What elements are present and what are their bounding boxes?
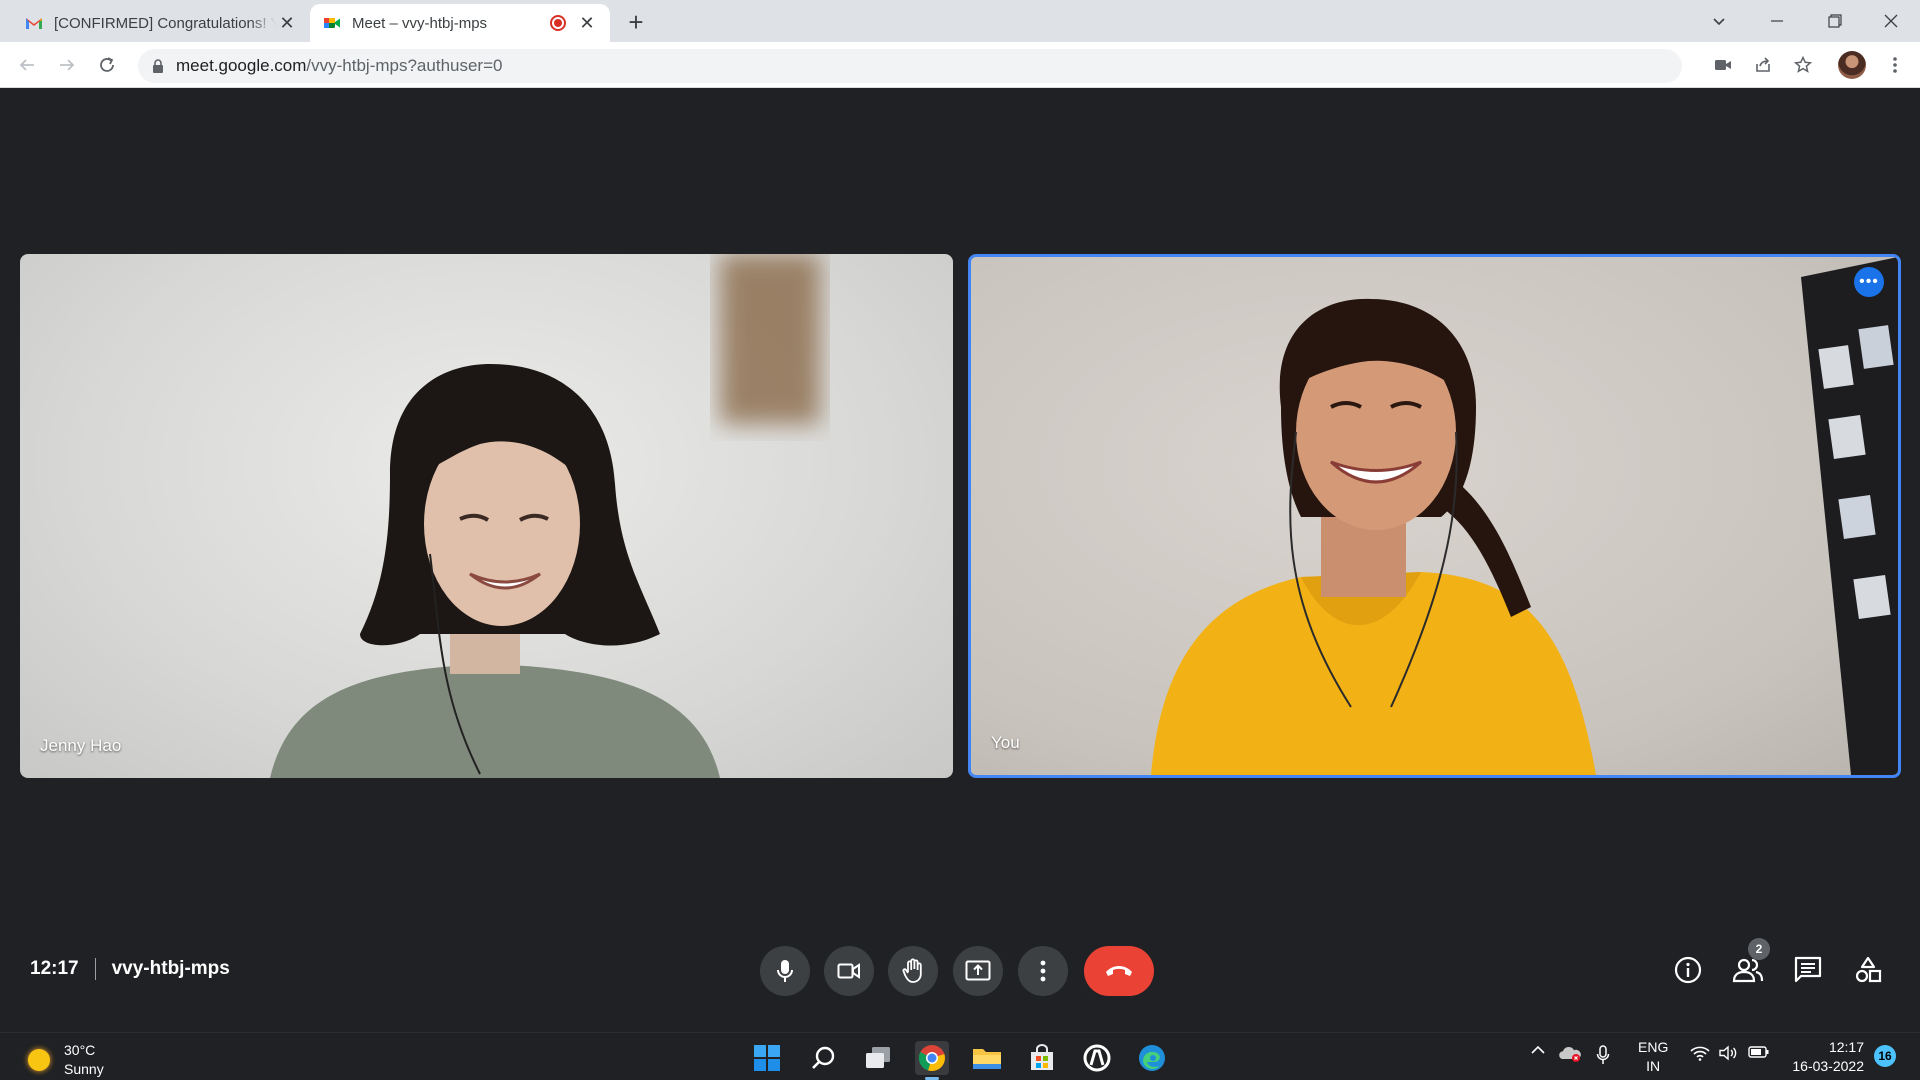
system-clock[interactable]: 12:17 16-03-2022: [1784, 1038, 1864, 1076]
url-text: meet.google.com/vvy-htbj-mps?authuser=0: [176, 56, 502, 76]
taskbar-file-explorer[interactable]: [970, 1041, 1004, 1075]
sunny-weather-icon: [28, 1049, 50, 1071]
reload-icon: [100, 57, 114, 72]
raise-hand-button[interactable]: [888, 946, 938, 996]
chrome-menu-icon[interactable]: [1880, 50, 1910, 80]
chrome-icon: [918, 1045, 945, 1072]
meeting-code: vvy-htbj-mps: [111, 958, 230, 979]
volume-icon[interactable]: [1718, 1045, 1738, 1061]
participant-video: [270, 254, 820, 778]
minimize-button[interactable]: [1748, 0, 1806, 42]
share-icon[interactable]: [1748, 50, 1778, 80]
participant-name-label: You: [991, 733, 1020, 752]
microphone-icon: [777, 960, 793, 982]
close-window-button[interactable]: [1862, 0, 1920, 42]
weather-description: Sunny: [64, 1061, 104, 1077]
windows-taskbar: 30°C Sunny ENG IN 12:17 16-03-2022 16: [0, 1032, 1920, 1080]
lock-icon: [153, 59, 163, 73]
camera-in-use-icon[interactable]: [1708, 50, 1738, 80]
meeting-time: 12:17: [30, 958, 79, 979]
more-options-button[interactable]: [1018, 946, 1068, 996]
reload-button[interactable]: [92, 50, 122, 80]
taskbar-app[interactable]: [1080, 1041, 1114, 1075]
participant-video: [1151, 257, 1898, 775]
taskbar-store[interactable]: [1025, 1041, 1059, 1075]
back-button[interactable]: [12, 50, 42, 80]
google-meet-icon: [324, 18, 340, 28]
weather-widget[interactable]: 30°C Sunny: [28, 1041, 104, 1079]
participant-name-label: Jenny Hao: [40, 736, 122, 755]
gmail-icon: [26, 18, 42, 29]
people-count-badge: 2: [1748, 938, 1770, 960]
tab-gmail[interactable]: [CONFIRMED] Congratulations! You ✕: [12, 4, 310, 42]
people-button[interactable]: 2: [1728, 938, 1770, 990]
bookmark-star-icon[interactable]: [1788, 50, 1818, 80]
participant-tile-jenny[interactable]: Jenny Hao: [20, 254, 953, 778]
clock-date: 16-03-2022: [1792, 1058, 1864, 1074]
edge-icon: [1139, 1045, 1165, 1071]
close-tab-icon[interactable]: ✕: [576, 12, 598, 34]
url-host: meet.google.com: [176, 56, 307, 75]
more-vert-icon: [1040, 960, 1046, 982]
back-arrow-icon: [19, 59, 34, 71]
camera-icon: [837, 963, 860, 979]
recording-indicator-icon: [550, 15, 566, 31]
url-path: /vvy-htbj-mps?authuser=0: [306, 56, 503, 75]
people-icon: [1732, 958, 1764, 983]
meeting-details: 12:17 vvy-htbj-mps: [30, 958, 230, 980]
task-view-icon: [866, 1047, 890, 1068]
taskbar-chrome[interactable]: [915, 1041, 949, 1080]
language-code: ENG: [1638, 1039, 1669, 1055]
close-tab-icon[interactable]: ✕: [276, 12, 298, 34]
participant-tile-you[interactable]: ••• You: [968, 254, 1901, 778]
start-button[interactable]: [750, 1041, 784, 1075]
new-tab-button[interactable]: +: [622, 7, 650, 37]
search-button[interactable]: [806, 1041, 840, 1075]
input-language-indicator[interactable]: ENG IN: [1638, 1038, 1668, 1076]
forward-arrow-icon: [60, 59, 75, 71]
profile-avatar[interactable]: [1838, 51, 1866, 79]
clock-time: 12:17: [1828, 1039, 1864, 1055]
browser-tab-strip: [CONFIRMED] Congratulations! You ✕ Meet …: [0, 0, 1920, 42]
restore-button[interactable]: [1806, 0, 1864, 42]
activities-button[interactable]: [1848, 950, 1888, 990]
show-hidden-icons-chevron-up-icon[interactable]: [1530, 1045, 1546, 1055]
camera-button[interactable]: [824, 946, 874, 996]
tab-meet[interactable]: Meet – vvy-htbj-mps ✕: [310, 4, 610, 42]
task-view-button[interactable]: [861, 1041, 895, 1075]
notification-count-badge[interactable]: 16: [1874, 1045, 1896, 1067]
address-bar[interactable]: meet.google.com/vvy-htbj-mps?authuser=0: [138, 49, 1682, 83]
region-code: IN: [1646, 1058, 1661, 1074]
present-screen-button[interactable]: [953, 946, 1003, 996]
tab-search-icon[interactable]: [1690, 0, 1748, 42]
chat-button[interactable]: [1788, 950, 1828, 990]
meeting-details-button[interactable]: [1668, 950, 1708, 990]
search-icon: [812, 1046, 835, 1069]
tab-title: Meet – vvy-htbj-mps: [352, 14, 488, 32]
onedrive-icon[interactable]: [1558, 1045, 1582, 1063]
forward-button[interactable]: [52, 50, 82, 80]
windows-logo-icon: [754, 1045, 780, 1071]
tab-title: [CONFIRMED] Congratulations! You: [54, 14, 276, 32]
meet-control-bar: 12:17 vvy-htbj-mps 2: [0, 938, 1920, 1000]
wifi-icon[interactable]: [1690, 1045, 1710, 1061]
browser-toolbar: meet.google.com/vvy-htbj-mps?authuser=0: [0, 42, 1920, 88]
store-icon: [1031, 1044, 1053, 1070]
folder-icon: [973, 1049, 1001, 1069]
activities-icon: [1855, 956, 1882, 983]
microphone-button[interactable]: [760, 946, 810, 996]
present-screen-icon: [965, 960, 991, 981]
battery-icon[interactable]: [1748, 1045, 1770, 1059]
info-icon: [1674, 956, 1702, 984]
microphone-in-use-icon[interactable]: [1596, 1045, 1610, 1065]
chat-icon: [1794, 956, 1822, 983]
taskbar-edge[interactable]: [1135, 1041, 1169, 1075]
app-icon: [1083, 1044, 1111, 1072]
weather-temperature: 30°C: [64, 1042, 96, 1058]
end-call-icon: [1106, 966, 1132, 976]
divider: [94, 958, 96, 980]
leave-call-button[interactable]: [1084, 946, 1154, 996]
raise-hand-icon: [902, 958, 922, 983]
more-options-button[interactable]: •••: [1854, 267, 1884, 297]
